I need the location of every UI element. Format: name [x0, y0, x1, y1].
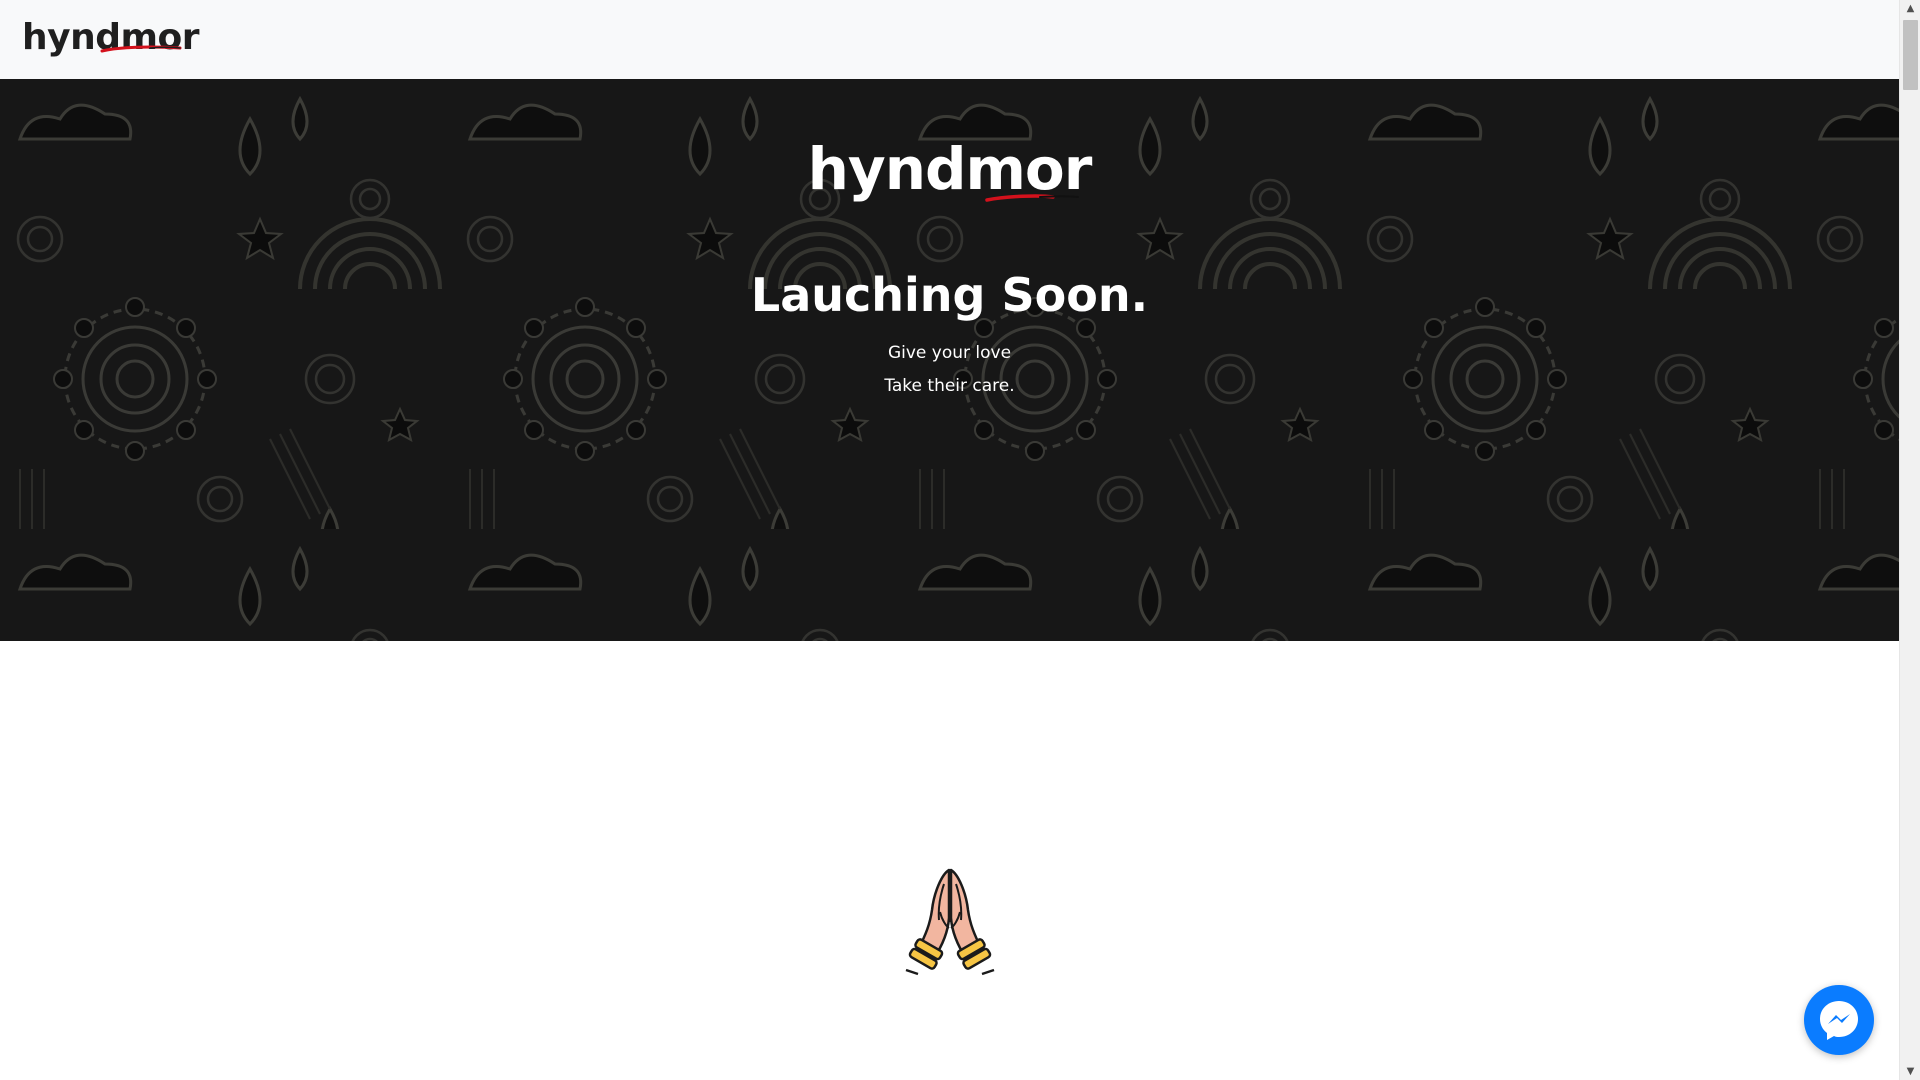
tagline-give-love: Give your love [887, 343, 1012, 363]
scroll-thumb[interactable] [1903, 20, 1918, 90]
hero-logo: hyndmor [807, 135, 1093, 203]
messenger-chat-button[interactable] [1804, 985, 1874, 1055]
page: hyndmor hyndmor Lauching Soon. Give your… [0, 0, 1920, 1080]
tagline-take-care: Take their care. [884, 376, 1015, 396]
brand-logo-link[interactable]: hyndmor [22, 14, 200, 62]
scroll-down-arrow[interactable]: ▼ [1900, 1063, 1920, 1080]
vertical-scrollbar[interactable]: ▲ ▼ [1899, 0, 1920, 1080]
messenger-icon [1820, 1001, 1858, 1040]
scroll-up-arrow[interactable]: ▲ [1900, 0, 1920, 17]
launch-heading: Lauching Soon. [750, 268, 1149, 322]
top-navbar: hyndmor [0, 0, 1899, 80]
hero-section: hyndmor Lauching Soon. Give your love Ta… [0, 79, 1899, 641]
hero-logo-swoosh [985, 194, 1079, 202]
brand-underline-swoosh [100, 45, 182, 53]
folded-hands-icon [905, 868, 995, 976]
